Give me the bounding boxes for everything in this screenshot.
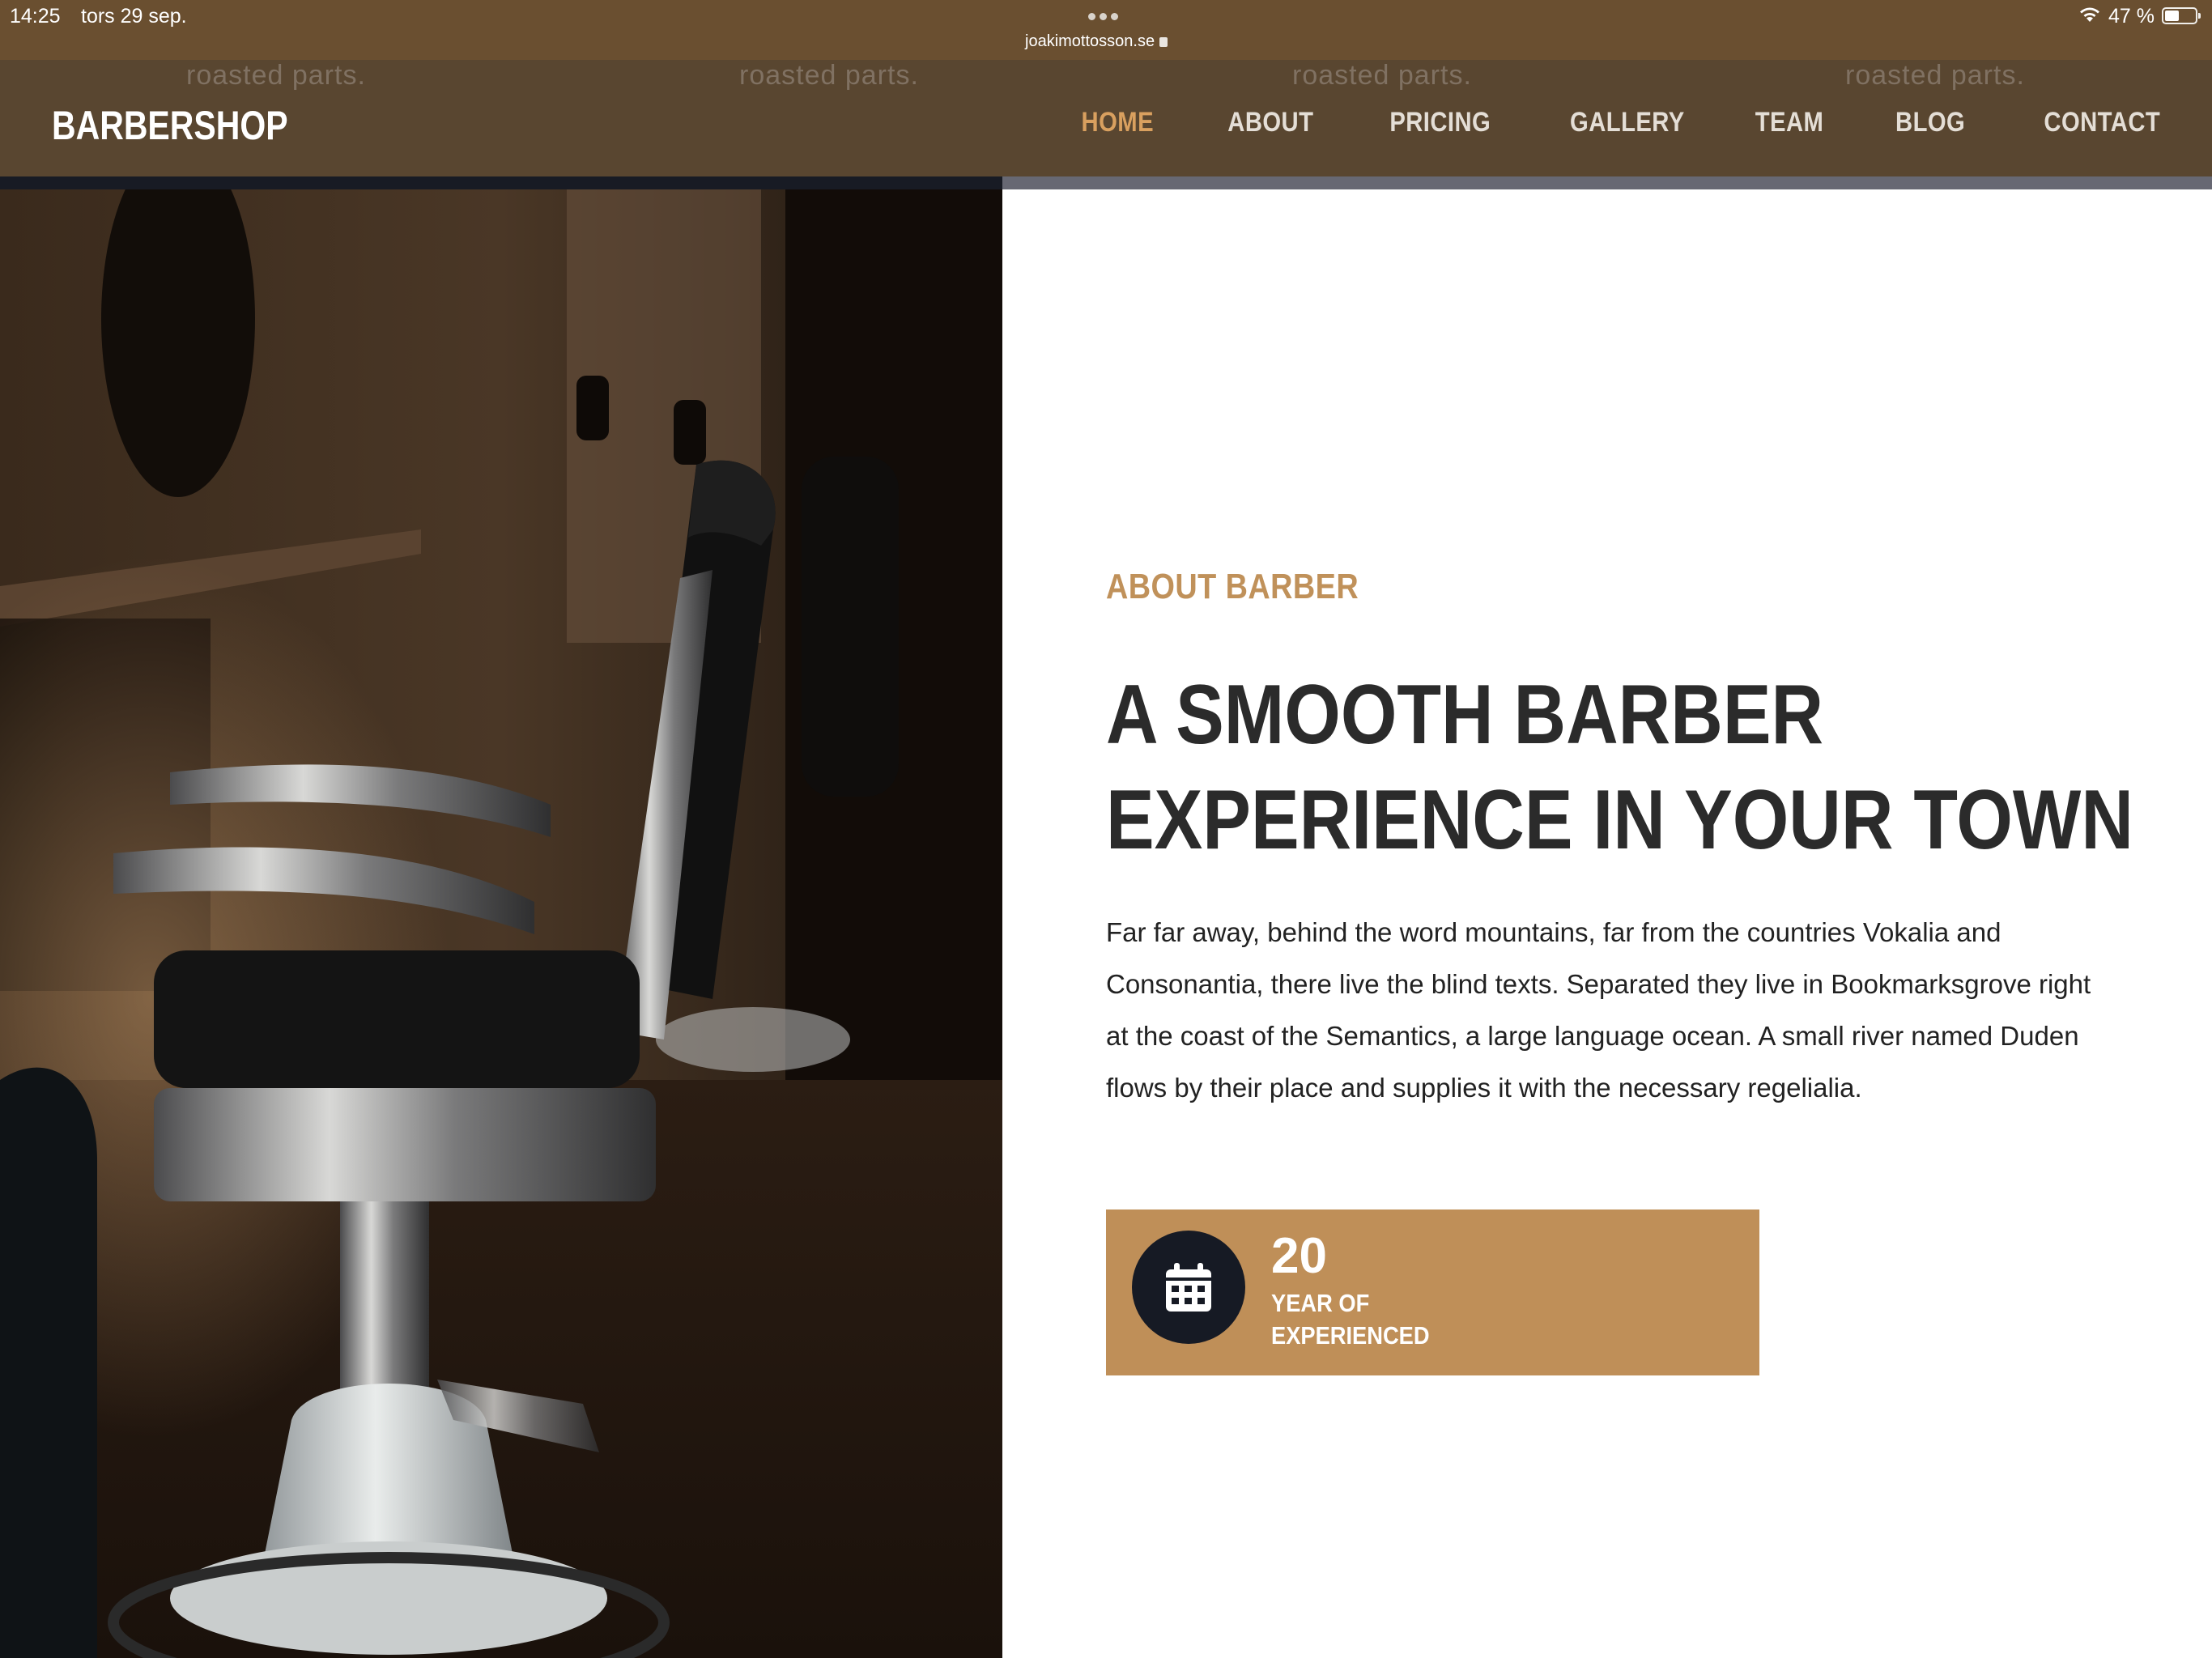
status-bar: 14:25 tors 29 sep. joakimottosson.se 47 … (0, 0, 2212, 60)
nav-item-gallery[interactable]: GALLERY (1570, 107, 1685, 138)
nav-item-team[interactable]: TEAM (1755, 107, 1824, 138)
divider (0, 176, 1002, 189)
calendar-icon-circle (1132, 1231, 1245, 1344)
battery-percent: 47 % (2108, 5, 2155, 28)
nav-item-home[interactable]: HOME (1082, 107, 1154, 138)
experience-label: YEAR OF EXPERIENCED (1271, 1289, 1430, 1350)
navbar: roasted parts. roasted parts. roasted pa… (0, 60, 2212, 176)
calendar-icon (1166, 1263, 1211, 1312)
experience-badge: 20 YEAR OF EXPERIENCED (1106, 1209, 1759, 1375)
status-date: tors 29 sep. (81, 5, 187, 28)
ghost-text: roasted parts. (739, 60, 919, 91)
ghost-text: roasted parts. (186, 60, 366, 91)
barber-chair-photo (0, 189, 1002, 1658)
battery-level (2165, 11, 2179, 21)
address-bar-url[interactable]: joakimottosson.se (1025, 32, 1168, 51)
page: 14:25 tors 29 sep. joakimottosson.se 47 … (0, 0, 2212, 1658)
nav-item-about[interactable]: ABOUT (1227, 107, 1313, 138)
ghost-text: roasted parts. (1292, 60, 1472, 91)
main-nav: HOME ABOUT PRICING GALLERY TEAM BLOG CON… (1010, 107, 2160, 138)
ghost-text: roasted parts. (1845, 60, 2025, 91)
nav-item-pricing[interactable]: PRICING (1390, 107, 1491, 138)
battery-icon (2162, 7, 2201, 24)
wifi-icon (2080, 7, 2099, 22)
status-time: 14:25 (10, 5, 61, 28)
lock-icon (1159, 37, 1168, 47)
url-text: joakimottosson.se (1025, 32, 1155, 50)
about-title: A SMOOTH BARBER EXPERIENCE IN YOUR TOWN (1106, 668, 2133, 867)
about-body-text: Far far away, behind the word mountains,… (1106, 917, 2091, 1103)
experience-number: 20 (1271, 1228, 1327, 1284)
about-eyebrow: ABOUT BARBER (1106, 567, 1359, 606)
divider (1002, 176, 2212, 189)
nav-item-blog[interactable]: BLOG (1895, 107, 1965, 138)
multitasking-dots-icon[interactable] (1088, 10, 1124, 20)
nav-item-contact[interactable]: CONTACT (2044, 107, 2160, 138)
about-section: ABOUT BARBER A SMOOTH BARBER EXPERIENCE … (1106, 567, 2142, 1114)
brand-logo-link[interactable]: BARBERSHOP (52, 102, 288, 149)
barber-chair-illustration (0, 189, 1002, 1658)
